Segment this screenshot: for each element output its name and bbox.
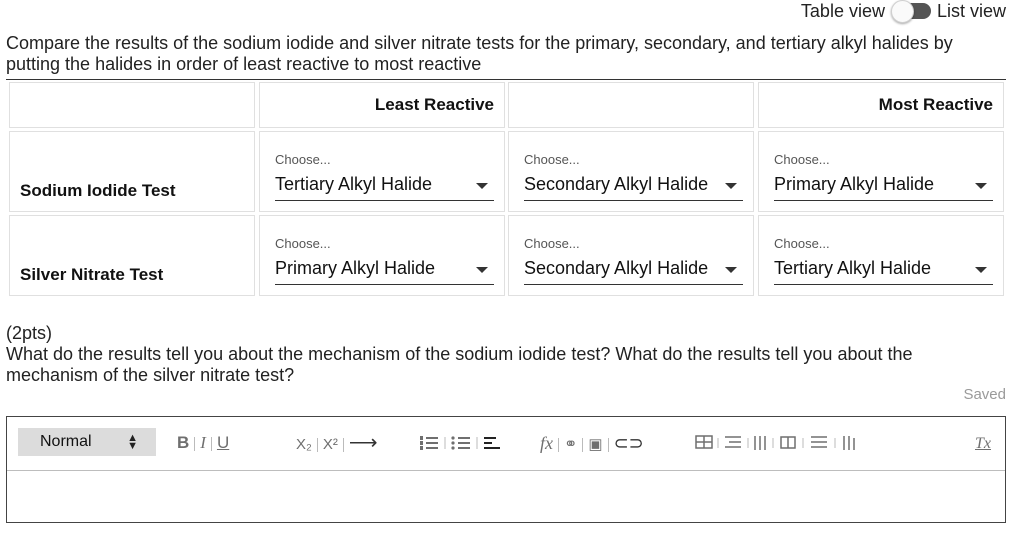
header-cell-3: Most Reactive xyxy=(758,82,1004,128)
select-caption: Choose... xyxy=(275,152,331,167)
dropdown-arrow-icon[interactable] xyxy=(725,183,737,189)
formula-icon[interactable]: fx xyxy=(540,433,553,453)
dropdown-arrow-icon[interactable] xyxy=(975,267,987,273)
dropdown-arrow-icon[interactable] xyxy=(476,267,488,273)
indent-arrow-icon[interactable]: ⟶ xyxy=(349,432,378,454)
select-caption: Choose... xyxy=(524,152,580,167)
halide-dropdown[interactable]: Secondary Alkyl Halide xyxy=(524,256,743,285)
select-caption: Choose... xyxy=(275,236,331,251)
dropdown-arrow-icon[interactable] xyxy=(975,183,987,189)
list-group xyxy=(418,429,508,457)
dropdown-value[interactable]: Secondary Alkyl Halide xyxy=(524,174,708,195)
select-cell: Choose... Secondary Alkyl Halide xyxy=(508,131,754,212)
view-toggle: Table view List view xyxy=(801,0,1006,23)
select-cell: Choose... Primary Alkyl Halide xyxy=(758,131,1004,212)
superscript-icon[interactable]: X² xyxy=(323,436,338,453)
question-1-prompt: Compare the results of the sodium iodide… xyxy=(6,33,953,74)
editor-toolbar: Normal ▲ ▼ BIU X₂ X² ⟶ fx ⚭ ▣ ⊂⊃ Tx xyxy=(7,417,1005,471)
rich-text-editor: Normal ▲ ▼ BIU X₂ X² ⟶ fx ⚭ ▣ ⊂⊃ Tx xyxy=(6,416,1006,523)
link-icon[interactable]: ⚭ xyxy=(564,436,577,453)
row-label-cell: Sodium Iodide Test xyxy=(9,131,255,212)
up-down-arrows-icon[interactable]: ▲ ▼ xyxy=(127,433,138,452)
attachment-icon[interactable]: ⊂⊃ xyxy=(614,433,644,453)
dropdown-arrow-icon[interactable] xyxy=(476,183,488,189)
clear-format-icon[interactable]: Tx xyxy=(975,435,991,452)
divider xyxy=(6,79,1006,80)
most-reactive-heading: Most Reactive xyxy=(878,95,993,114)
header-cell-2 xyxy=(508,82,754,128)
switch-knob[interactable] xyxy=(890,0,914,23)
row-label-cell: Silver Nitrate Test xyxy=(9,215,255,296)
image-icon[interactable]: ▣ xyxy=(588,436,602,453)
dropdown-value[interactable]: Primary Alkyl Halide xyxy=(275,258,435,279)
script-group: X₂ X² ⟶ xyxy=(296,429,378,457)
list-icons xyxy=(420,436,500,450)
text-format-group: BIU xyxy=(177,429,229,457)
underline-icon[interactable]: U xyxy=(217,433,229,452)
least-reactive-heading: Least Reactive xyxy=(374,95,494,114)
row-label: Sodium Iodide Test xyxy=(20,181,176,200)
dropdown-value[interactable]: Tertiary Alkyl Halide xyxy=(774,258,931,279)
clear-format-group: Tx xyxy=(975,429,991,457)
dropdown-arrow-icon[interactable] xyxy=(725,267,737,273)
save-status: Saved xyxy=(963,386,1006,403)
table-view-label[interactable]: Table view xyxy=(801,1,885,22)
dropdown-value[interactable]: Primary Alkyl Halide xyxy=(774,174,934,195)
row-label: Silver Nitrate Test xyxy=(20,265,164,284)
header-cell-1: Least Reactive xyxy=(259,82,505,128)
dropdown-value[interactable]: Tertiary Alkyl Halide xyxy=(275,174,432,195)
insert-group: fx ⚭ ▣ ⊂⊃ xyxy=(540,429,644,457)
select-cell: Choose... Tertiary Alkyl Halide xyxy=(758,215,1004,296)
dropdown-value[interactable]: Secondary Alkyl Halide xyxy=(524,258,708,279)
list-view-label[interactable]: List view xyxy=(937,1,1006,22)
select-cell: Choose... Primary Alkyl Halide xyxy=(259,215,505,296)
halide-dropdown[interactable]: Tertiary Alkyl Halide xyxy=(774,256,993,285)
italic-icon[interactable]: I xyxy=(200,433,206,452)
style-select-value[interactable]: Normal xyxy=(40,433,92,451)
halide-dropdown[interactable]: Tertiary Alkyl Halide xyxy=(275,172,494,201)
question-2-prompt: What do the results tell you about the m… xyxy=(6,344,913,385)
select-cell: Choose... Tertiary Alkyl Halide xyxy=(259,131,505,212)
subscript-icon[interactable]: X₂ xyxy=(296,436,312,453)
paragraph-style-select[interactable]: Normal ▲ ▼ xyxy=(18,428,156,456)
points-label: (2pts) xyxy=(6,323,53,343)
select-caption: Choose... xyxy=(774,152,830,167)
select-caption: Choose... xyxy=(774,236,830,251)
table-group xyxy=(693,429,883,457)
table-icons xyxy=(695,435,855,450)
halide-dropdown[interactable]: Primary Alkyl Halide xyxy=(275,256,494,285)
view-switch[interactable] xyxy=(890,0,931,23)
halide-dropdown[interactable]: Secondary Alkyl Halide xyxy=(524,172,743,201)
halide-dropdown[interactable]: Primary Alkyl Halide xyxy=(774,172,993,201)
editor-text-area[interactable] xyxy=(7,471,1005,522)
select-cell: Choose... Secondary Alkyl Halide xyxy=(508,215,754,296)
header-corner-cell xyxy=(9,82,255,128)
bold-icon[interactable]: B xyxy=(177,433,189,452)
select-caption: Choose... xyxy=(524,236,580,251)
